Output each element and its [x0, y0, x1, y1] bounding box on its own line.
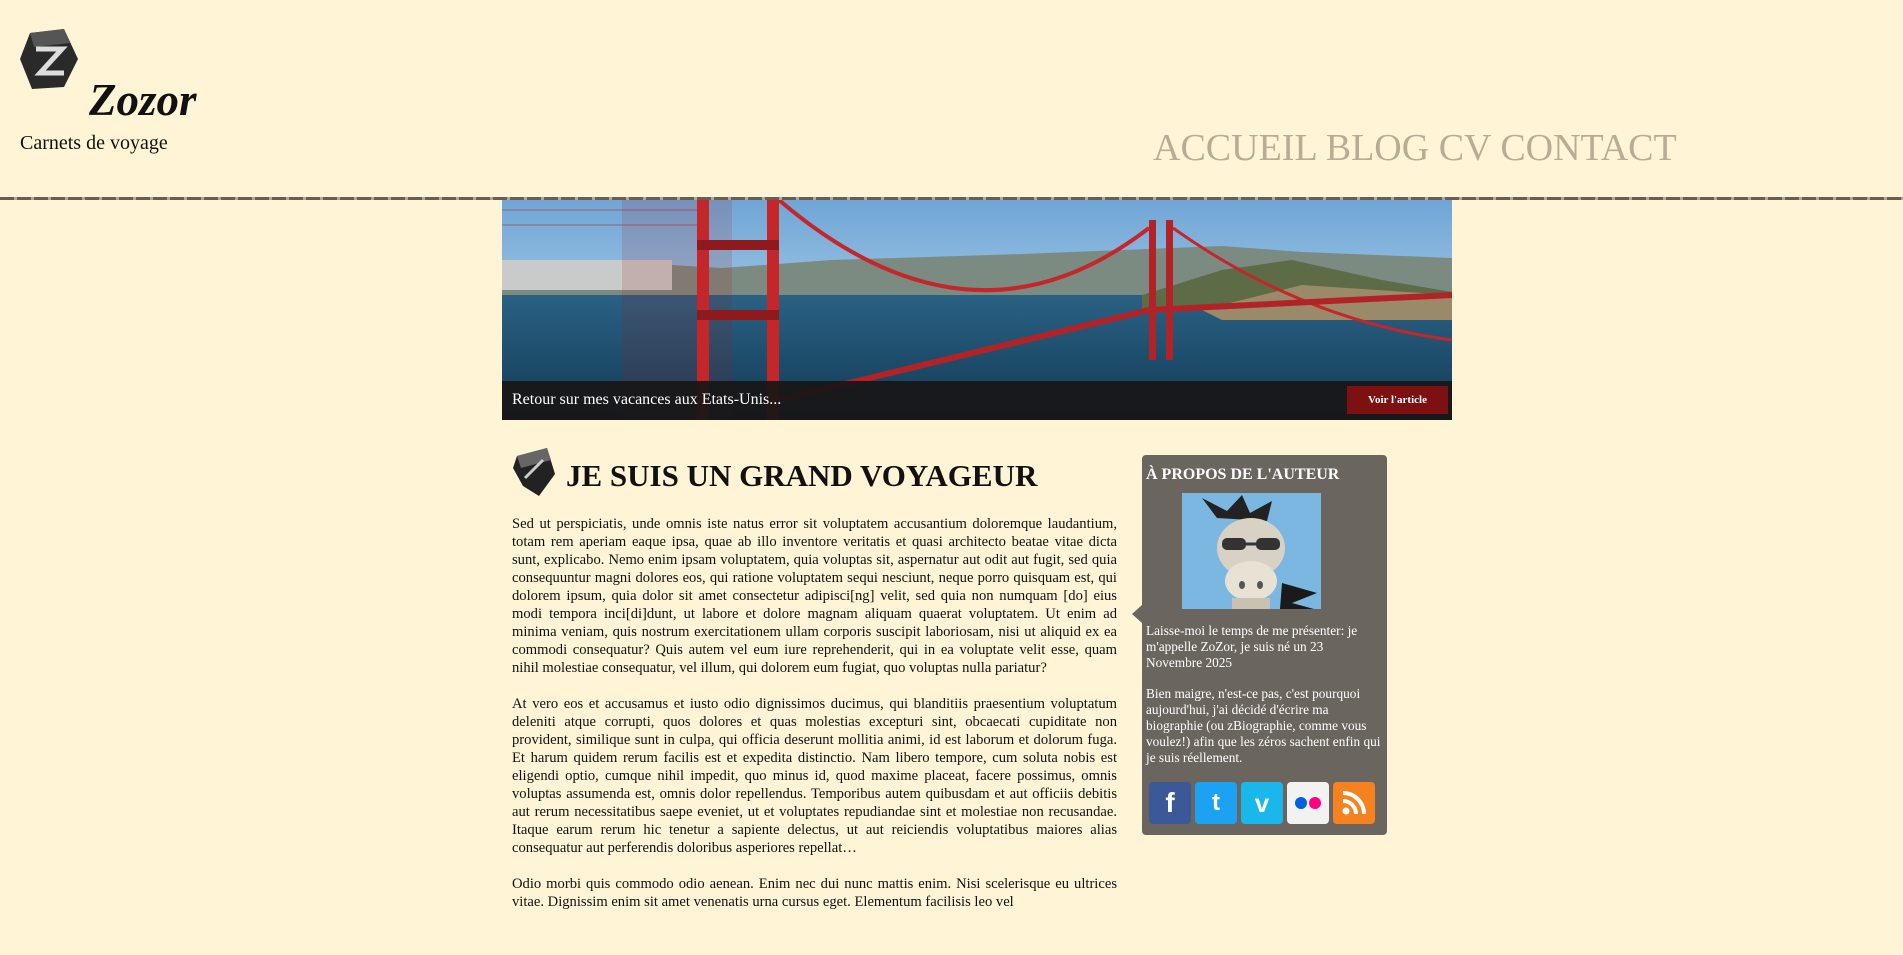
- author-bio: Bien maigre, n'est-ce pas, c'est pourquo…: [1146, 686, 1381, 765]
- site-title[interactable]: Zozor: [89, 78, 197, 123]
- twitter-icon[interactable]: t: [1195, 782, 1237, 824]
- nav-item-cv[interactable]: CV: [1439, 127, 1491, 169]
- nav-item-contact[interactable]: CONTACT: [1500, 127, 1676, 169]
- vimeo-icon[interactable]: v: [1241, 782, 1283, 824]
- nav-item-accueil[interactable]: ACCUEIL: [1153, 127, 1316, 169]
- sidebar-arrow: [1132, 605, 1142, 623]
- article-paragraph: Odio morbi quis commodo odio aenean. Eni…: [512, 876, 1117, 910]
- article-title: JE SUIS UN GRAND VOYAGEUR: [566, 458, 1038, 493]
- read-article-button[interactable]: Voir l'article: [1347, 386, 1448, 414]
- author-sidebar: À PROPOS DE L'AUTEUR Laisse-moi le temps…: [1132, 455, 1387, 835]
- sidebar-title: À PROPOS DE L'AUTEUR: [1146, 466, 1340, 483]
- article-paragraph: Sed ut perspiciatis, unde omnis iste nat…: [512, 516, 1117, 676]
- main-nav: ACCUEIL BLOG CV CONTACT: [1153, 126, 1677, 170]
- social-links: f t v: [1149, 782, 1375, 824]
- hero-banner: Retour sur mes vacances aux Etats-Unis..…: [502, 200, 1452, 420]
- logo-icon[interactable]: [20, 29, 78, 89]
- flickr-icon[interactable]: [1287, 782, 1329, 824]
- banner-caption: Retour sur mes vacances aux Etats-Unis..…: [512, 391, 782, 408]
- site-subtitle: Carnets de voyage: [20, 132, 168, 154]
- author-avatar: [1182, 493, 1321, 609]
- rss-icon[interactable]: [1333, 782, 1375, 824]
- article-body: Sed ut perspiciatis, unde omnis iste nat…: [512, 515, 1117, 929]
- article-icon: [513, 448, 555, 496]
- nav-item-blog[interactable]: BLOG: [1326, 127, 1429, 169]
- author-intro: Laisse-moi le temps de me présenter: je …: [1146, 623, 1358, 670]
- article-paragraph: At vero eos et accusamus et iusto odio d…: [512, 696, 1117, 856]
- facebook-icon[interactable]: f: [1149, 782, 1191, 824]
- banner-caption-bar: Retour sur mes vacances aux Etats-Unis..…: [502, 381, 1452, 420]
